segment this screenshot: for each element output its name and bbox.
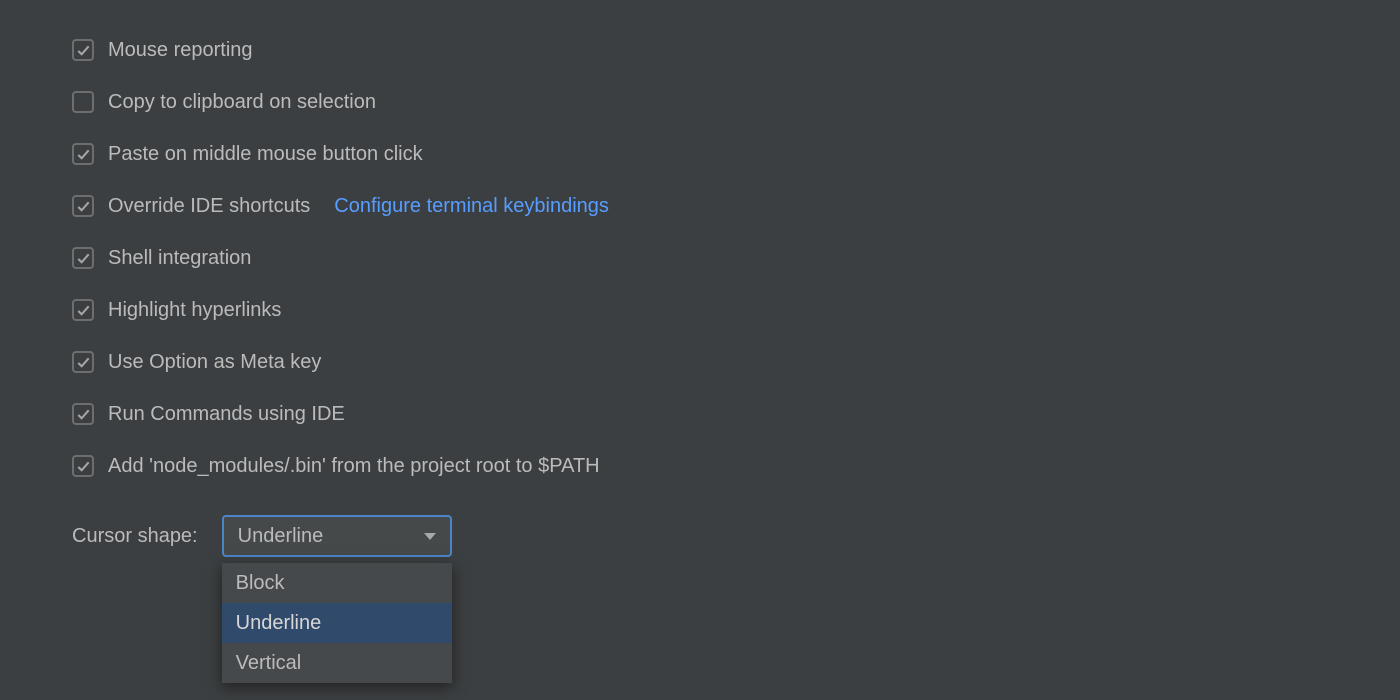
label-shell-integration[interactable]: Shell integration bbox=[108, 247, 251, 270]
label-copy-on-selection[interactable]: Copy to clipboard on selection bbox=[108, 91, 376, 114]
dropdown-cursor-shape: Block Underline Vertical bbox=[222, 563, 452, 683]
checkbox-node-modules-bin[interactable] bbox=[72, 455, 94, 477]
label-override-shortcuts[interactable]: Override IDE shortcuts bbox=[108, 195, 310, 218]
checkbox-override-shortcuts[interactable] bbox=[72, 195, 94, 217]
checkbox-mouse-reporting[interactable] bbox=[72, 39, 94, 61]
label-paste-middle-click[interactable]: Paste on middle mouse button click bbox=[108, 143, 423, 166]
label-run-commands-ide[interactable]: Run Commands using IDE bbox=[108, 403, 345, 426]
label-highlight-links[interactable]: Highlight hyperlinks bbox=[108, 299, 281, 322]
checkbox-option-as-meta[interactable] bbox=[72, 351, 94, 373]
checkbox-copy-on-selection[interactable] bbox=[72, 91, 94, 113]
label-mouse-reporting[interactable]: Mouse reporting bbox=[108, 39, 253, 62]
dropdown-item-block[interactable]: Block bbox=[222, 563, 452, 603]
label-option-as-meta[interactable]: Use Option as Meta key bbox=[108, 351, 321, 374]
dropdown-item-label: Underline bbox=[236, 612, 322, 635]
chevron-down-icon bbox=[424, 533, 436, 540]
checkbox-shell-integration[interactable] bbox=[72, 247, 94, 269]
dropdown-item-label: Block bbox=[236, 572, 285, 595]
checkbox-paste-middle-click[interactable] bbox=[72, 143, 94, 165]
label-cursor-shape: Cursor shape: bbox=[72, 525, 198, 548]
label-node-modules-bin[interactable]: Add 'node_modules/.bin' from the project… bbox=[108, 455, 600, 478]
checkbox-highlight-links[interactable] bbox=[72, 299, 94, 321]
dropdown-item-vertical[interactable]: Vertical bbox=[222, 643, 452, 683]
link-configure-keybindings[interactable]: Configure terminal keybindings bbox=[334, 195, 609, 218]
dropdown-item-underline[interactable]: Underline bbox=[222, 603, 452, 643]
terminal-settings-panel: Mouse reporting Copy to clipboard on sel… bbox=[0, 0, 1400, 560]
dropdown-item-label: Vertical bbox=[236, 652, 302, 675]
select-cursor-shape[interactable]: Underline bbox=[222, 515, 452, 557]
checkbox-run-commands-ide[interactable] bbox=[72, 403, 94, 425]
select-cursor-shape-value: Underline bbox=[238, 525, 324, 548]
